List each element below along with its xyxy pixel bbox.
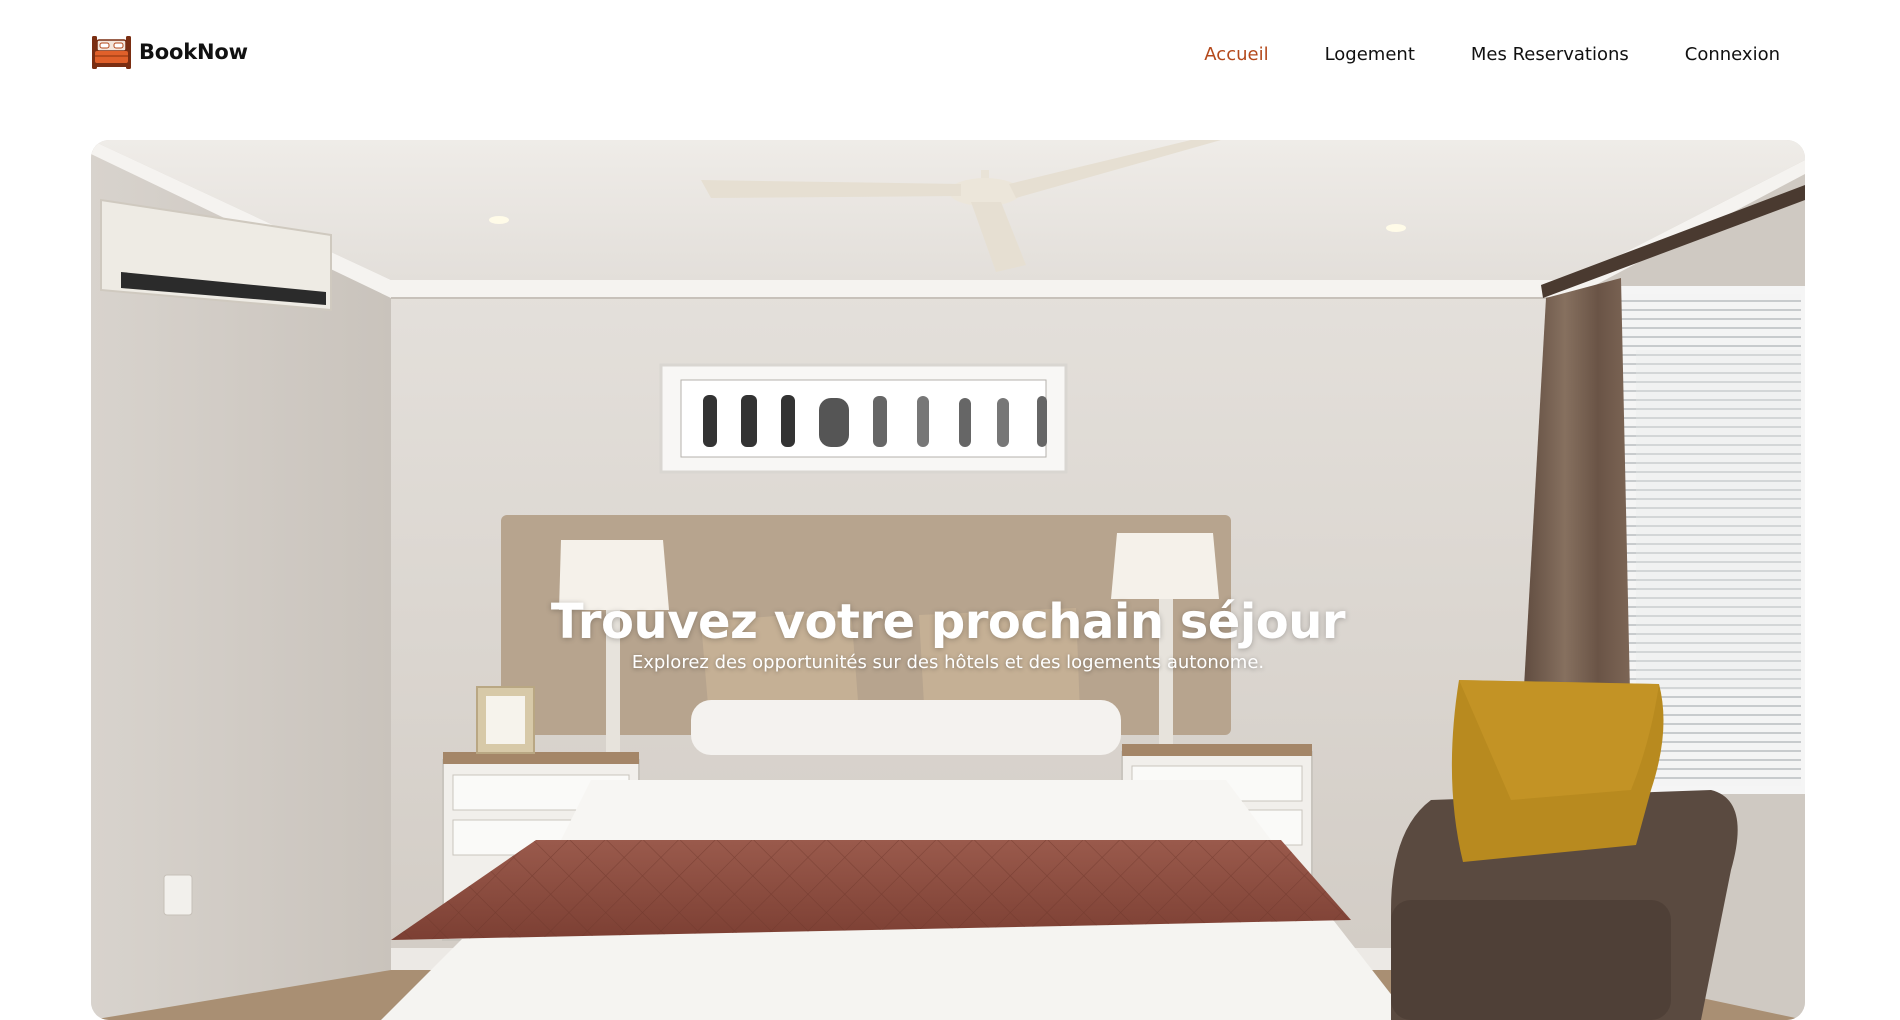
- nav-mes-reservations[interactable]: Mes Reservations: [1471, 44, 1629, 65]
- nav-logement[interactable]: Logement: [1325, 44, 1415, 65]
- navbar: BookNow Accueil Logement Mes Reservation…: [0, 0, 1900, 110]
- hero-banner: Trouvez votre prochain séjour Explorez d…: [91, 140, 1805, 1020]
- nav-connexion[interactable]: Connexion: [1685, 44, 1780, 65]
- nav-accueil[interactable]: Accueil: [1204, 44, 1268, 65]
- brand-name: BookNow: [139, 40, 248, 64]
- hero-title: Trouvez votre prochain séjour: [550, 594, 1346, 650]
- hero-subtitle: Explorez des opportunités sur des hôtels…: [631, 652, 1265, 673]
- hero-text: Trouvez votre prochain séjour Explorez d…: [91, 594, 1805, 676]
- brand-logo[interactable]: BookNow: [91, 33, 248, 71]
- hotel-bedroom-photo: [91, 140, 1805, 1020]
- main-nav: Accueil Logement Mes Reservations Connex…: [1204, 0, 1780, 108]
- bed-icon: [92, 36, 131, 69]
